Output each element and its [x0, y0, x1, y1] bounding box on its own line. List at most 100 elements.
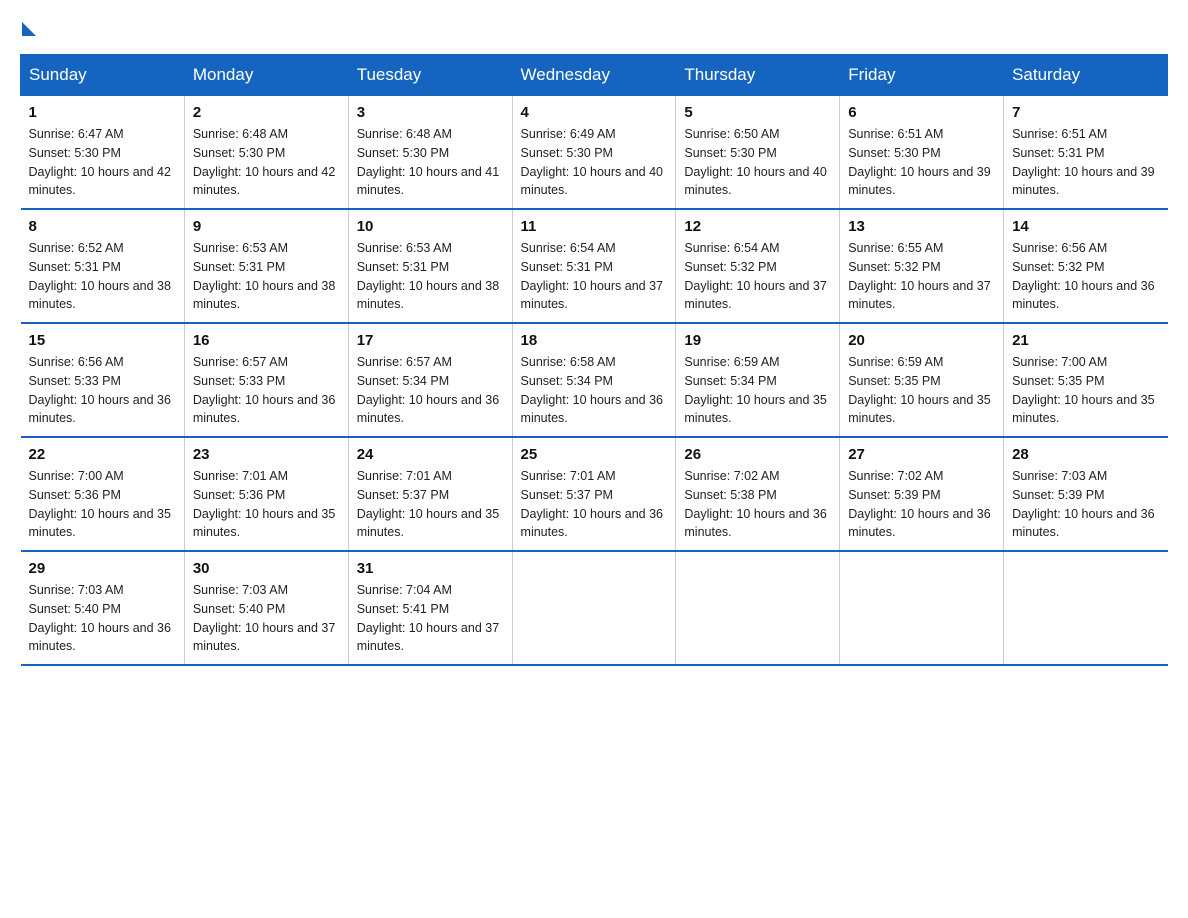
day-number: 20 [848, 332, 995, 349]
calendar-cell: 28 Sunrise: 7:03 AMSunset: 5:39 PMDayligh… [1004, 437, 1168, 551]
day-info: Sunrise: 7:01 AMSunset: 5:36 PMDaylight:… [193, 467, 340, 542]
calendar-cell: 3 Sunrise: 6:48 AMSunset: 5:30 PMDaylight… [348, 96, 512, 210]
day-number: 3 [357, 104, 504, 121]
day-info: Sunrise: 6:54 AMSunset: 5:31 PMDaylight:… [521, 239, 668, 314]
day-number: 15 [29, 332, 176, 349]
calendar-cell: 18Sunrise: 6:58 AMSunset: 5:34 PMDayligh… [512, 323, 676, 437]
day-info: Sunrise: 7:02 AMSunset: 5:39 PMDaylight:… [848, 467, 995, 542]
day-info: Sunrise: 6:48 AMSunset: 5:30 PMDaylight:… [357, 125, 504, 200]
calendar-cell: 9 Sunrise: 6:53 AMSunset: 5:31 PMDaylight… [184, 209, 348, 323]
day-number: 29 [29, 560, 176, 577]
day-number: 24 [357, 446, 504, 463]
day-number: 2 [193, 104, 340, 121]
calendar-week-row: 8 Sunrise: 6:52 AMSunset: 5:31 PMDaylight… [21, 209, 1168, 323]
calendar-cell: 16 Sunrise: 6:57 AMSunset: 5:33 PMDayligh… [184, 323, 348, 437]
day-info: Sunrise: 6:51 AMSunset: 5:30 PMDaylight:… [848, 125, 995, 200]
calendar-cell: 19 Sunrise: 6:59 AMSunset: 5:34 PMDayligh… [676, 323, 840, 437]
calendar-cell [512, 551, 676, 665]
day-info: Sunrise: 6:53 AMSunset: 5:31 PMDaylight:… [193, 239, 340, 314]
calendar-cell: 8 Sunrise: 6:52 AMSunset: 5:31 PMDaylight… [21, 209, 185, 323]
day-number: 9 [193, 218, 340, 235]
day-number: 11 [521, 218, 668, 235]
weekday-header-tuesday: Tuesday [348, 55, 512, 96]
calendar-cell [840, 551, 1004, 665]
day-info: Sunrise: 7:02 AMSunset: 5:38 PMDaylight:… [684, 467, 831, 542]
day-number: 8 [29, 218, 176, 235]
day-info: Sunrise: 7:03 AMSunset: 5:40 PMDaylight:… [193, 581, 340, 656]
calendar-cell: 5 Sunrise: 6:50 AMSunset: 5:30 PMDaylight… [676, 96, 840, 210]
day-number: 14 [1012, 218, 1159, 235]
calendar-week-row: 1 Sunrise: 6:47 AMSunset: 5:30 PMDaylight… [21, 96, 1168, 210]
day-number: 26 [684, 446, 831, 463]
day-info: Sunrise: 7:00 AMSunset: 5:36 PMDaylight:… [29, 467, 176, 542]
calendar-cell: 23 Sunrise: 7:01 AMSunset: 5:36 PMDayligh… [184, 437, 348, 551]
weekday-header-friday: Friday [840, 55, 1004, 96]
day-number: 13 [848, 218, 995, 235]
weekday-header-sunday: Sunday [21, 55, 185, 96]
calendar-cell [676, 551, 840, 665]
day-number: 10 [357, 218, 504, 235]
day-info: Sunrise: 6:50 AMSunset: 5:30 PMDaylight:… [684, 125, 831, 200]
calendar-cell: 15Sunrise: 6:56 AMSunset: 5:33 PMDayligh… [21, 323, 185, 437]
calendar-cell: 12 Sunrise: 6:54 AMSunset: 5:32 PMDayligh… [676, 209, 840, 323]
day-number: 19 [684, 332, 831, 349]
day-number: 1 [29, 104, 176, 121]
day-number: 23 [193, 446, 340, 463]
day-info: Sunrise: 7:03 AMSunset: 5:39 PMDaylight:… [1012, 467, 1159, 542]
calendar-cell: 4Sunrise: 6:49 AMSunset: 5:30 PMDaylight… [512, 96, 676, 210]
logo-arrow-icon [22, 22, 36, 36]
day-info: Sunrise: 6:57 AMSunset: 5:33 PMDaylight:… [193, 353, 340, 428]
weekday-header-saturday: Saturday [1004, 55, 1168, 96]
calendar-cell: 21Sunrise: 7:00 AMSunset: 5:35 PMDayligh… [1004, 323, 1168, 437]
day-info: Sunrise: 7:03 AMSunset: 5:40 PMDaylight:… [29, 581, 176, 656]
day-info: Sunrise: 6:47 AMSunset: 5:30 PMDaylight:… [29, 125, 176, 200]
calendar-cell: 25Sunrise: 7:01 AMSunset: 5:37 PMDayligh… [512, 437, 676, 551]
calendar-week-row: 29 Sunrise: 7:03 AMSunset: 5:40 PMDayligh… [21, 551, 1168, 665]
day-info: Sunrise: 6:57 AMSunset: 5:34 PMDaylight:… [357, 353, 504, 428]
calendar-cell: 27 Sunrise: 7:02 AMSunset: 5:39 PMDayligh… [840, 437, 1004, 551]
calendar-table: SundayMondayTuesdayWednesdayThursdayFrid… [20, 54, 1168, 666]
day-info: Sunrise: 6:56 AMSunset: 5:32 PMDaylight:… [1012, 239, 1159, 314]
day-number: 12 [684, 218, 831, 235]
day-number: 22 [29, 446, 176, 463]
calendar-cell: 24Sunrise: 7:01 AMSunset: 5:37 PMDayligh… [348, 437, 512, 551]
day-number: 7 [1012, 104, 1159, 121]
day-info: Sunrise: 6:54 AMSunset: 5:32 PMDaylight:… [684, 239, 831, 314]
day-info: Sunrise: 6:55 AMSunset: 5:32 PMDaylight:… [848, 239, 995, 314]
day-number: 18 [521, 332, 668, 349]
calendar-cell: 11 Sunrise: 6:54 AMSunset: 5:31 PMDayligh… [512, 209, 676, 323]
day-info: Sunrise: 7:01 AMSunset: 5:37 PMDaylight:… [521, 467, 668, 542]
calendar-cell: 29 Sunrise: 7:03 AMSunset: 5:40 PMDayligh… [21, 551, 185, 665]
day-number: 27 [848, 446, 995, 463]
logo [20, 20, 38, 34]
day-info: Sunrise: 7:04 AMSunset: 5:41 PMDaylight:… [357, 581, 504, 656]
weekday-header-row: SundayMondayTuesdayWednesdayThursdayFrid… [21, 55, 1168, 96]
calendar-cell: 1 Sunrise: 6:47 AMSunset: 5:30 PMDaylight… [21, 96, 185, 210]
day-number: 28 [1012, 446, 1159, 463]
day-number: 5 [684, 104, 831, 121]
day-info: Sunrise: 6:59 AMSunset: 5:34 PMDaylight:… [684, 353, 831, 428]
calendar-cell: 20 Sunrise: 6:59 AMSunset: 5:35 PMDayligh… [840, 323, 1004, 437]
day-number: 31 [357, 560, 504, 577]
day-number: 17 [357, 332, 504, 349]
weekday-header-wednesday: Wednesday [512, 55, 676, 96]
weekday-header-monday: Monday [184, 55, 348, 96]
day-number: 21 [1012, 332, 1159, 349]
calendar-cell: 17 Sunrise: 6:57 AMSunset: 5:34 PMDayligh… [348, 323, 512, 437]
day-info: Sunrise: 6:48 AMSunset: 5:30 PMDaylight:… [193, 125, 340, 200]
calendar-week-row: 15Sunrise: 6:56 AMSunset: 5:33 PMDayligh… [21, 323, 1168, 437]
day-info: Sunrise: 6:59 AMSunset: 5:35 PMDaylight:… [848, 353, 995, 428]
day-number: 30 [193, 560, 340, 577]
calendar-cell: 10 Sunrise: 6:53 AMSunset: 5:31 PMDayligh… [348, 209, 512, 323]
day-info: Sunrise: 6:49 AMSunset: 5:30 PMDaylight:… [521, 125, 668, 200]
calendar-cell [1004, 551, 1168, 665]
weekday-header-thursday: Thursday [676, 55, 840, 96]
day-info: Sunrise: 6:52 AMSunset: 5:31 PMDaylight:… [29, 239, 176, 314]
calendar-cell: 2 Sunrise: 6:48 AMSunset: 5:30 PMDaylight… [184, 96, 348, 210]
day-number: 6 [848, 104, 995, 121]
calendar-cell: 13 Sunrise: 6:55 AMSunset: 5:32 PMDayligh… [840, 209, 1004, 323]
page-header [20, 20, 1168, 34]
day-info: Sunrise: 6:53 AMSunset: 5:31 PMDaylight:… [357, 239, 504, 314]
calendar-cell: 30 Sunrise: 7:03 AMSunset: 5:40 PMDayligh… [184, 551, 348, 665]
day-number: 16 [193, 332, 340, 349]
